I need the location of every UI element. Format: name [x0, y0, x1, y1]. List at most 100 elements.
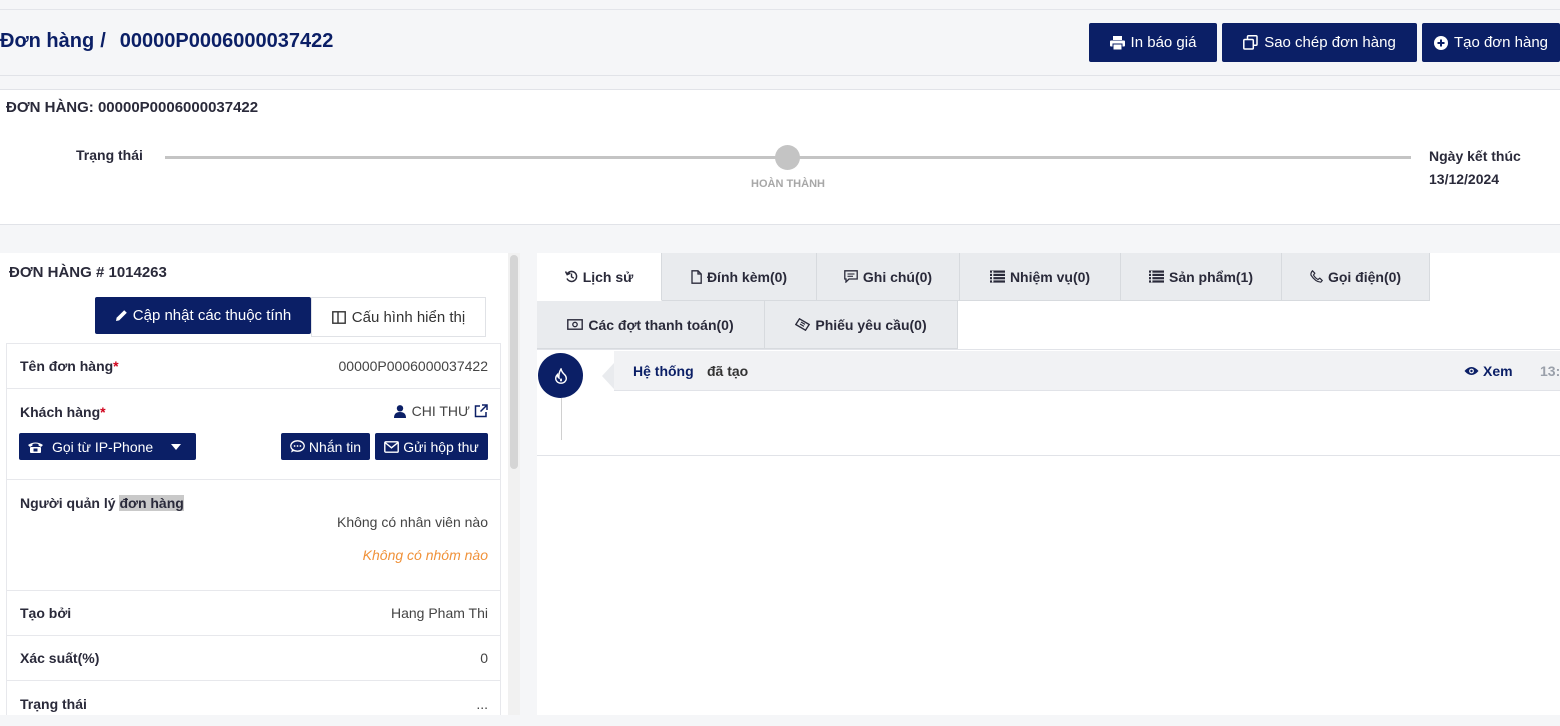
field-status: Trạng thái ... [7, 681, 500, 726]
status-card: ĐƠN HÀNG: 00000P0006000037422 Trạng thái… [0, 89, 1560, 225]
tasks-list-icon [989, 270, 1005, 283]
manager-label: Người quản lý đơn hàng [20, 495, 184, 511]
status-field-label: Trạng thái [20, 696, 87, 712]
tab-products-label: Sản phẩm(1) [1168, 268, 1253, 285]
update-attributes-button[interactable]: Cập nhật các thuộc tính [95, 297, 311, 334]
caret-down-icon [171, 443, 182, 450]
tab-attachments[interactable]: Đính kèm(0) [662, 253, 817, 301]
customer-label: Khách hàng* [20, 404, 106, 420]
tab-tickets[interactable]: Phiếu yêu cầu(0) [765, 301, 958, 349]
tab-calls-label: Gọi điện(0) [1327, 268, 1402, 285]
products-list-icon [1148, 270, 1164, 283]
probability-label: Xác suất(%) [20, 650, 100, 666]
field-manager: Người quản lý đơn hàng Không có nhân viê… [7, 480, 500, 591]
envelope-icon [384, 440, 400, 453]
order-fields: Tên đơn hàng* 00000P0006000037422 Khách … [6, 343, 501, 715]
tab-tasks-label: Nhiệm vụ(0) [1009, 268, 1091, 285]
status-field-value: ... [476, 696, 488, 712]
pencil-icon [115, 310, 127, 321]
tab-products[interactable]: Sản phẩm(1) [1121, 253, 1282, 301]
no-staff-text: Không có nhân viên nào [336, 514, 488, 530]
timeline-view-label: Xem [1483, 363, 1513, 379]
file-icon [691, 269, 702, 284]
status-label: Trạng thái [76, 147, 143, 163]
required-mark: * [113, 358, 119, 374]
tab-tickets-label: Phiếu yêu cầu(0) [815, 316, 927, 333]
user-icon [393, 404, 406, 418]
history-timeline: Hệ thống đã tạo Xem 13: [537, 349, 1560, 456]
tab-history-label: Lịch sử [582, 268, 634, 285]
tab-notes-label: Ghi chú(0) [862, 268, 933, 285]
copy-order-button[interactable]: Sao chép đơn hàng [1222, 23, 1417, 62]
timeline-action: đã tạo [707, 363, 749, 379]
chat-bubble-icon [290, 440, 305, 453]
field-customer: Khách hàng* CHI THƯ Gọi từ IP-Phone Nhắn… [7, 389, 500, 480]
order-name-value: 00000P0006000037422 [338, 358, 489, 374]
fire-icon [554, 367, 567, 384]
send-message-button[interactable]: Nhắn tin [281, 433, 370, 460]
field-probability: Xác suất(%) 0 [7, 636, 500, 681]
tab-attachments-label: Đính kèm(0) [706, 268, 788, 285]
page-header: Đơn hàng/00000P0006000037422 In báo giá … [0, 10, 1560, 76]
end-date: Ngày kết thúc 13/12/2024 [1429, 148, 1521, 187]
stage-label: HOÀN THÀNH [751, 178, 825, 190]
display-config-button[interactable]: Cấu hình hiển thị [311, 297, 486, 337]
ticket-icon [795, 318, 811, 331]
plus-circle-icon [1433, 35, 1448, 50]
phone-icon [28, 442, 43, 453]
eye-icon [1464, 367, 1479, 375]
tab-tasks[interactable]: Nhiệm vụ(0) [960, 253, 1121, 301]
breadcrumb: Đơn hàng / 00000P0006000037422 [0, 30, 333, 53]
copy-icon [1243, 35, 1258, 50]
field-order-name: Tên đơn hàng* 00000P0006000037422 [7, 344, 500, 389]
external-link-icon [474, 404, 488, 418]
timeline-connector [561, 398, 562, 440]
created-by-label: Tạo bởi [20, 605, 72, 621]
tab-payments-label: Các đợt thanh toán(0) [588, 316, 734, 333]
customer-value: CHI THƯ [411, 403, 470, 419]
timeline-event-badge [538, 353, 583, 398]
history-icon [564, 270, 577, 283]
send-message-label: Nhắn tin [308, 438, 362, 455]
timeline-entry: Hệ thống đã tạo Xem 13: [614, 351, 1560, 391]
tab-notes[interactable]: Ghi chú(0) [817, 253, 960, 301]
send-mail-label: Gửi hộp thư [403, 438, 479, 455]
money-bill-icon [567, 319, 584, 330]
tab-calls[interactable]: Gọi điện(0) [1282, 253, 1430, 301]
timeline-actor[interactable]: Hệ thống [633, 363, 694, 379]
order-detail-panel: ĐƠN HÀNG # 1014263 Cập nhật các thuộc tí… [0, 253, 520, 715]
no-group-text: Không có nhóm nào [362, 547, 488, 563]
tab-history[interactable]: Lịch sử [537, 253, 662, 301]
breadcrumb-root[interactable]: Đơn hàng [0, 30, 94, 52]
timeline-time: 13: [1540, 363, 1560, 379]
required-mark: * [100, 404, 106, 420]
status-card-title: ĐƠN HÀNG: 00000P0006000037422 [6, 99, 259, 116]
update-attributes-label: Cập nhật các thuộc tính [132, 307, 292, 324]
timeline-view-link[interactable]: Xem [1464, 363, 1513, 379]
printer-icon [1109, 35, 1125, 50]
customer-link[interactable]: CHI THƯ [393, 403, 488, 419]
scrollbar-thumb[interactable] [510, 255, 518, 469]
comment-icon [844, 270, 858, 283]
breadcrumb-order-code: 00000P0006000037422 [119, 30, 334, 52]
breadcrumb-separator: / [100, 30, 106, 52]
phone-outline-icon [1310, 270, 1323, 283]
call-ip-phone-label: Gọi từ IP-Phone [52, 438, 154, 455]
tab-payments[interactable]: Các đợt thanh toán(0) [537, 301, 765, 349]
created-by-value: Hang Pham Thi [390, 605, 488, 621]
field-created-by: Tạo bởi Hang Pham Thi [7, 591, 500, 636]
print-quote-label: In báo giá [1130, 34, 1197, 51]
columns-icon [331, 310, 346, 324]
activity-panel: Lịch sử Đính kèm(0) Ghi chú(0) Nhiệm vụ(… [537, 253, 1560, 715]
probability-value: 0 [480, 650, 488, 666]
stage-dot[interactable] [775, 145, 800, 170]
call-ip-phone-button[interactable]: Gọi từ IP-Phone [19, 433, 196, 460]
display-config-label: Cấu hình hiển thị [351, 308, 466, 326]
order-number-title: ĐƠN HÀNG # 1014263 [9, 264, 167, 281]
create-order-label: Tạo đơn hàng [1453, 34, 1549, 51]
create-order-button[interactable]: Tạo đơn hàng [1422, 23, 1560, 62]
order-name-label: Tên đơn hàng* [20, 358, 119, 374]
send-mail-button[interactable]: Gửi hộp thư [375, 433, 488, 460]
timeline-pointer [602, 363, 614, 389]
print-quote-button[interactable]: In báo giá [1089, 23, 1217, 62]
